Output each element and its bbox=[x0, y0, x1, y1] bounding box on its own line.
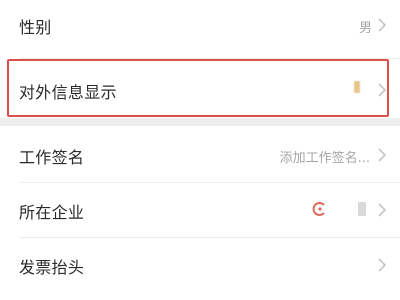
external-display-label: 对外信息显示 bbox=[19, 83, 117, 102]
company-logo-icon bbox=[312, 201, 328, 217]
company-label: 所在企业 bbox=[19, 203, 85, 222]
chevron-right-icon bbox=[376, 17, 388, 33]
work-signature-label: 工作签名 bbox=[19, 148, 85, 167]
gender-row[interactable]: 性别 男 bbox=[0, 0, 400, 50]
chevron-right-icon bbox=[376, 257, 388, 273]
chevron-right-icon bbox=[376, 202, 388, 218]
chevron-right-icon bbox=[376, 147, 388, 163]
work-signature-placeholder: 添加工作签名... bbox=[279, 151, 370, 166]
gender-label: 性别 bbox=[19, 18, 52, 37]
invoice-title-label: 发票抬头 bbox=[19, 258, 85, 277]
external-display-row[interactable]: 对外信息显示 bbox=[0, 60, 400, 118]
divider bbox=[19, 58, 400, 59]
gender-value: 男 bbox=[358, 21, 372, 36]
work-signature-row[interactable]: 工作签名 添加工作签名... bbox=[0, 126, 400, 182]
company-count-badge-icon bbox=[358, 202, 366, 216]
blurred-indicator-icon bbox=[354, 81, 360, 93]
chevron-right-icon bbox=[376, 82, 388, 98]
company-row[interactable]: 所在企业 bbox=[0, 183, 400, 237]
invoice-title-row[interactable]: 发票抬头 bbox=[0, 238, 400, 292]
